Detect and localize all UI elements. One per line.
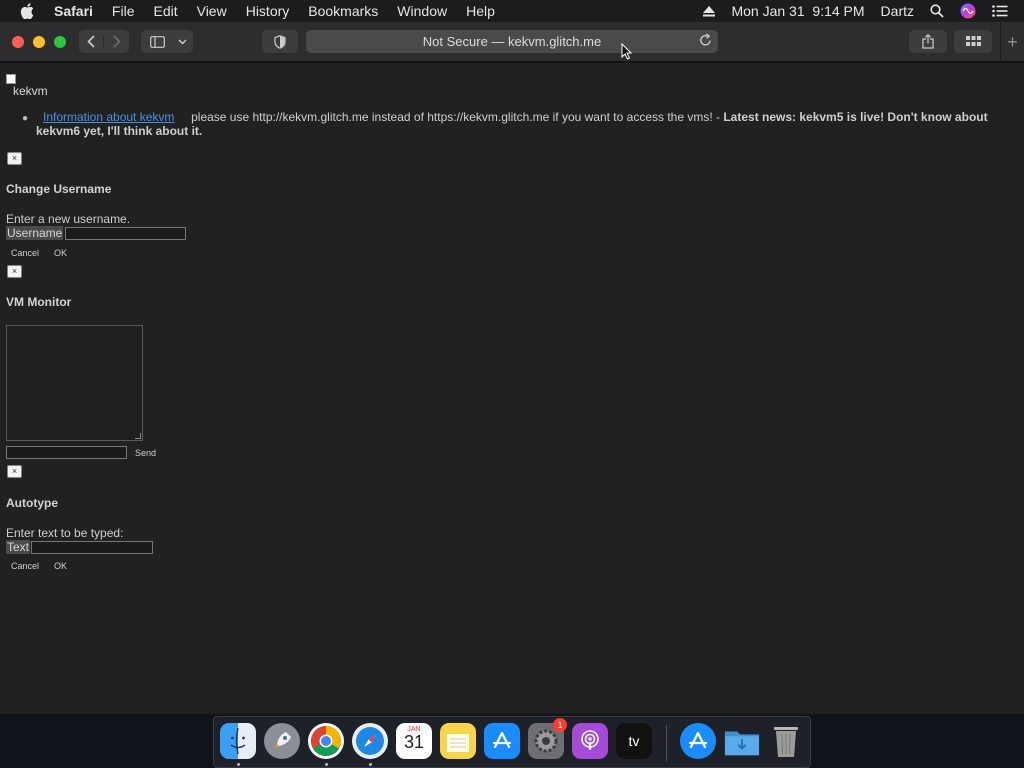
vm-monitor-output[interactable] [6, 325, 143, 441]
eject-icon[interactable] [703, 5, 716, 17]
menu-app-safari[interactable]: Safari [54, 3, 93, 19]
share-button[interactable] [909, 30, 947, 53]
tab-overview-button[interactable] [954, 30, 992, 53]
fullscreen-window-button[interactable] [54, 36, 66, 48]
menu-help[interactable]: Help [466, 3, 495, 19]
clock[interactable]: Mon Jan 31 9:14 PM [731, 3, 864, 19]
close-autotype-dialog-button[interactable]: × [7, 465, 22, 478]
calendar-icon[interactable]: JAN 31 [396, 723, 432, 759]
close-username-dialog-button[interactable]: × [7, 152, 22, 165]
resize-grip-icon[interactable] [135, 433, 141, 439]
menu-checkbox[interactable] [6, 74, 16, 84]
close-monitor-dialog-button[interactable]: × [7, 265, 22, 278]
grid-icon [965, 36, 981, 47]
username-ok-button[interactable]: OK [54, 248, 67, 258]
chevron-down-icon[interactable] [172, 39, 192, 45]
back-arrow-icon[interactable] [79, 35, 104, 48]
autotype-ok-button[interactable]: OK [54, 561, 67, 571]
dock-separator [666, 725, 667, 761]
reload-icon[interactable] [699, 33, 712, 50]
autotype-title: Autotype [6, 496, 58, 510]
podcasts-icon[interactable] [572, 723, 608, 759]
running-indicator [325, 763, 328, 766]
monitor-command-input[interactable] [6, 446, 127, 459]
menu-bar: Safari File Edit View History Bookmarks … [0, 0, 1024, 22]
menu-view[interactable]: View [197, 3, 227, 19]
username-input[interactable] [65, 227, 186, 240]
menu-bookmarks[interactable]: Bookmarks [308, 3, 378, 19]
apple-icon[interactable] [20, 3, 38, 19]
mouse-cursor-icon [621, 42, 633, 65]
new-tab-button[interactable]: + [1000, 22, 1024, 62]
downloads-folder-icon[interactable] [724, 723, 760, 759]
web-page: kekvm ● Information about kekvm please u… [0, 63, 1024, 714]
dock: JAN 31 1 tv [213, 716, 811, 768]
running-indicator [369, 763, 372, 766]
launchpad-icon[interactable] [264, 723, 300, 759]
address-bar[interactable]: Not Secure — kekvm.glitch.me [306, 30, 718, 53]
shield-icon [274, 34, 286, 49]
tv-label: tv [628, 733, 640, 749]
autotype-cancel-button[interactable]: Cancel [11, 561, 39, 571]
change-username-title: Change Username [6, 182, 112, 196]
app-store-download-icon[interactable] [680, 723, 716, 759]
monitor-send-button[interactable]: Send [135, 448, 156, 458]
minimize-window-button[interactable] [33, 36, 45, 48]
site-name: kekvm [13, 84, 48, 98]
autotype-label: Text [6, 540, 31, 554]
username-cancel-button[interactable]: Cancel [11, 248, 39, 258]
close-window-button[interactable] [12, 36, 24, 48]
safari-icon[interactable] [352, 723, 388, 759]
sidebar-toggle-button[interactable] [141, 30, 193, 53]
app-store-icon[interactable] [484, 723, 520, 759]
notice-text: Information about kekvm please use http:… [36, 110, 996, 138]
apple-tv-icon[interactable]: tv [616, 723, 652, 759]
forward-arrow-icon[interactable] [104, 35, 129, 48]
calendar-day: 31 [403, 732, 425, 752]
user-name[interactable]: Dartz [881, 3, 914, 19]
notice-plain: please use http://kekvm.glitch.me instea… [191, 110, 724, 124]
username-label: Username [6, 226, 64, 240]
chrome-icon[interactable] [308, 723, 344, 759]
username-prompt: Enter a new username. [6, 212, 131, 226]
plus-icon: + [1007, 31, 1018, 52]
trash-icon[interactable] [768, 723, 804, 759]
spotlight-search-icon[interactable] [930, 4, 944, 18]
back-forward-buttons [79, 30, 129, 53]
vm-monitor-title: VM Monitor [6, 295, 72, 309]
privacy-report-button[interactable] [262, 30, 298, 53]
autotype-prompt: Enter text to be typed: [6, 526, 124, 540]
menu-file[interactable]: File [112, 3, 135, 19]
info-link[interactable]: Information about kekvm [43, 110, 174, 124]
notice-spacer [178, 110, 188, 124]
control-center-icon[interactable] [992, 5, 1008, 17]
notes-icon[interactable] [440, 723, 476, 759]
siri-icon[interactable] [960, 3, 976, 19]
autotype-input[interactable] [31, 541, 153, 554]
menu-window[interactable]: Window [397, 3, 447, 19]
sidebar-icon [142, 35, 172, 48]
safari-toolbar: Not Secure — kekvm.glitch.me + [0, 22, 1024, 62]
menu-history[interactable]: History [246, 3, 290, 19]
finder-icon[interactable] [220, 723, 256, 759]
share-icon [922, 34, 934, 49]
address-text: Not Secure — kekvm.glitch.me [422, 34, 602, 49]
menu-edit[interactable]: Edit [153, 3, 177, 19]
list-bullet: ● [22, 113, 29, 124]
system-preferences-icon[interactable]: 1 [528, 718, 567, 759]
running-indicator [237, 763, 240, 766]
notification-badge: 1 [553, 718, 567, 732]
